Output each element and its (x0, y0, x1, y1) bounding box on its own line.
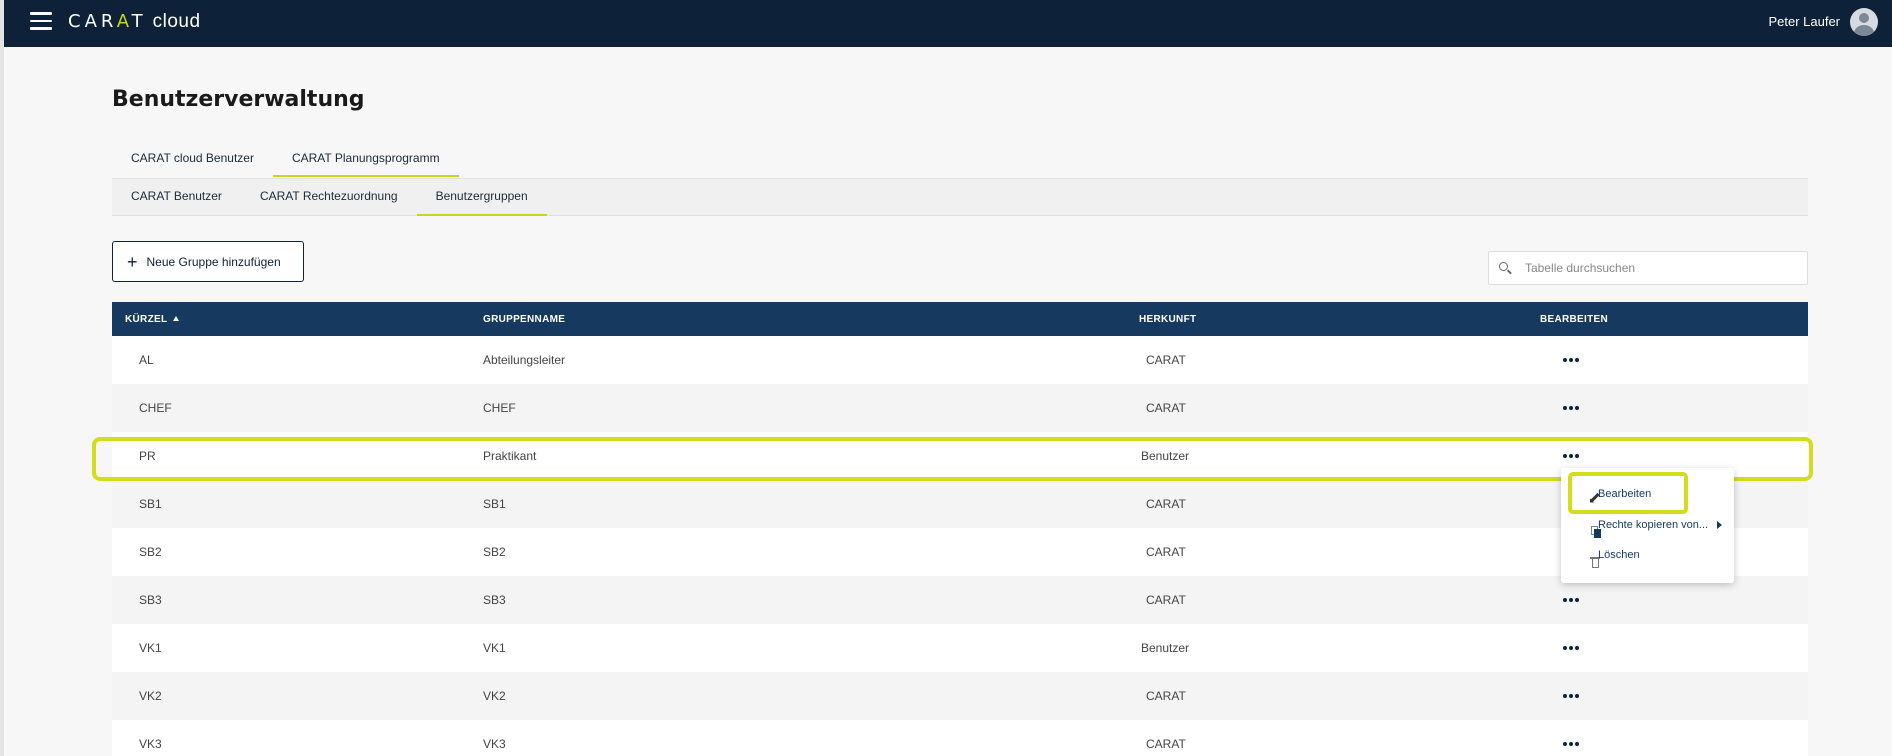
cell-herkunft: CARAT (1146, 401, 1186, 415)
cell-gruppenname: SB1 (483, 497, 506, 511)
app-logo[interactable]: CARAT cloud (68, 11, 201, 33)
table-row[interactable]: VK2 VK2 CARAT (112, 672, 1808, 720)
cell-kuerzel: VK3 (139, 737, 162, 751)
cell-herkunft: Benutzer (1141, 449, 1190, 463)
cell-kuerzel: AL (139, 353, 154, 367)
column-header-kuerzel[interactable]: KÜRZEL (125, 314, 180, 325)
secondary-tabs: CARAT Benutzer CARAT Rechtezuordnung Ben… (112, 178, 547, 216)
row-actions-icon[interactable] (1563, 598, 1579, 602)
submenu-arrow-icon (1717, 521, 1722, 529)
cell-gruppenname: SB2 (483, 545, 506, 559)
cell-gruppenname: Abteilungsleiter (483, 353, 566, 367)
window-left-edge (0, 0, 4, 756)
cell-herkunft: CARAT (1146, 689, 1186, 703)
table-row-selected[interactable]: PR Praktikant Benutzer (112, 432, 1808, 480)
cell-herkunft: CARAT (1146, 545, 1186, 559)
table-row[interactable]: CHEF CHEF CARAT (112, 384, 1808, 432)
cell-kuerzel: PR (139, 449, 156, 463)
sort-ascending-icon (173, 316, 180, 321)
trash-icon (1575, 549, 1600, 568)
table-row[interactable]: VK1 VK1 Benutzer (112, 624, 1808, 672)
menu-item-loeschen[interactable]: Löschen (1561, 541, 1734, 569)
search-input[interactable] (1525, 261, 1805, 275)
row-context-menu: Bearbeiten Rechte kopieren von... Lösche… (1561, 468, 1734, 583)
column-header-herkunft[interactable]: HERKUNFT (1139, 314, 1196, 325)
table-row[interactable]: SB1 SB1 CARAT (112, 480, 1808, 528)
primary-tabs: CARAT cloud Benutzer CARAT Planungsprogr… (112, 143, 459, 177)
user-avatar-icon[interactable] (1850, 8, 1878, 36)
row-actions-icon[interactable] (1563, 646, 1579, 650)
groups-table: KÜRZEL GRUPPENNAME HERKUNFT BEARBEITEN A… (112, 302, 1808, 756)
row-actions-icon[interactable] (1563, 358, 1579, 362)
cell-kuerzel: VK2 (139, 689, 162, 703)
row-actions-icon[interactable] (1563, 454, 1579, 458)
cell-kuerzel: SB3 (139, 593, 162, 607)
menu-item-bearbeiten[interactable]: Bearbeiten (1561, 480, 1734, 508)
cell-kuerzel: SB2 (139, 545, 162, 559)
add-group-button[interactable]: + Neue Gruppe hinzufügen (112, 241, 304, 282)
plus-icon: + (127, 251, 138, 272)
page-title: Benutzerverwaltung (112, 87, 365, 112)
table-search[interactable] (1488, 251, 1808, 285)
copy-icon (1575, 519, 1601, 538)
row-actions-icon[interactable] (1563, 406, 1579, 410)
table-row[interactable]: AL Abteilungsleiter CARAT (112, 336, 1808, 384)
cell-gruppenname: CHEF (483, 401, 516, 415)
cell-herkunft: CARAT (1146, 353, 1186, 367)
search-icon (1489, 251, 1519, 285)
table-row[interactable]: VK3 VK3 CARAT (112, 720, 1808, 756)
cell-herkunft: CARAT (1146, 593, 1186, 607)
add-group-label: Neue Gruppe hinzufügen (146, 254, 281, 269)
tab-carat-cloud-benutzer[interactable]: CARAT cloud Benutzer (112, 143, 273, 177)
user-name[interactable]: Peter Laufer (1768, 14, 1840, 29)
menu-item-rechte-kopieren[interactable]: Rechte kopieren von... (1561, 511, 1734, 539)
row-actions-icon[interactable] (1563, 742, 1579, 746)
cell-gruppenname: VK3 (483, 737, 506, 751)
pencil-icon (1575, 488, 1600, 505)
row-actions-icon[interactable] (1563, 694, 1579, 698)
app-header: CARAT cloud Peter Laufer (4, 0, 1892, 47)
table-row[interactable]: SB2 SB2 CARAT (112, 528, 1808, 576)
tab-benutzergruppen[interactable]: Benutzergruppen (416, 178, 547, 216)
tab-carat-planungsprogramm[interactable]: CARAT Planungsprogramm (272, 143, 459, 177)
cell-kuerzel: CHEF (139, 401, 172, 415)
cell-gruppenname: VK1 (483, 641, 506, 655)
tab-carat-benutzer[interactable]: CARAT Benutzer (112, 178, 241, 216)
column-header-gruppenname[interactable]: GRUPPENNAME (483, 314, 565, 325)
table-header: KÜRZEL GRUPPENNAME HERKUNFT BEARBEITEN (112, 302, 1808, 336)
tab-carat-rechtezuordnung[interactable]: CARAT Rechtezuordnung (241, 178, 417, 216)
cell-herkunft: CARAT (1146, 737, 1186, 751)
cell-kuerzel: VK1 (139, 641, 162, 655)
cell-herkunft: Benutzer (1141, 641, 1190, 655)
cell-gruppenname: VK2 (483, 689, 506, 703)
hamburger-menu-icon[interactable] (30, 12, 52, 32)
table-row[interactable]: SB3 SB3 CARAT (112, 576, 1808, 624)
cell-gruppenname: Praktikant (483, 449, 537, 463)
cell-herkunft: CARAT (1146, 497, 1186, 511)
brand-suffix: cloud (152, 11, 201, 32)
cell-gruppenname: SB3 (483, 593, 506, 607)
brand-name: CARAT (68, 11, 147, 32)
column-header-bearbeiten: BEARBEITEN (1540, 314, 1609, 325)
cell-kuerzel: SB1 (139, 497, 162, 511)
